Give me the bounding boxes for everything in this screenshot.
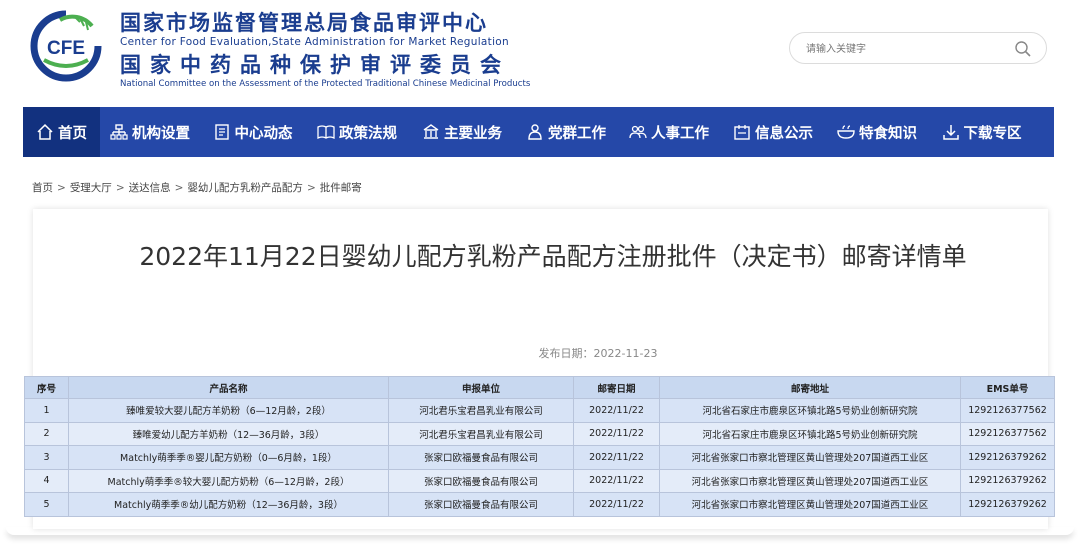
org-name-en-2: National Committee on the Assessment of … [120, 79, 531, 89]
table-row: 3 Matchly萌季季®婴儿配方奶粉（0—6月龄，1段） 张家口欧福曼食品有限… [24, 445, 1055, 470]
nav-item-label: 信息公示 [755, 125, 813, 142]
col-header-applicant: 申报单位 [388, 376, 574, 399]
nav-item-party[interactable]: 党群工作 [515, 107, 617, 157]
cell-product: 臻唯爱较大婴儿配方羊奶粉（6—12月龄，2段） [68, 398, 389, 423]
cell-address: 河北省张家口市察北管理区黄山管理处207国道西工业区 [659, 468, 961, 493]
nav-item-label: 人事工作 [651, 125, 709, 142]
bowl-icon [837, 125, 855, 139]
cell-applicant: 张家口欧福曼食品有限公司 [388, 445, 574, 470]
cell-index: 4 [24, 468, 69, 493]
site-header: CFE 国家市场监督管理总局食品审评中心 Center for Food Eva… [0, 0, 1080, 106]
col-header-date: 邮寄日期 [573, 376, 660, 399]
cell-ems: 1292126377562 [960, 421, 1055, 446]
cfe-logo[interactable]: CFE [30, 10, 102, 82]
cell-product: 臻唯爱幼儿配方羊奶粉（12—36月龄，3段） [68, 421, 389, 446]
mailing-table: 序号 产品名称 申报单位 邮寄日期 邮寄地址 EMS单号 1 臻唯爱较大婴儿配方… [24, 376, 1055, 517]
cell-date: 2022/11/22 [573, 468, 660, 493]
org-name-cn-2: 国家中药品种保护审评委员会 [120, 53, 510, 77]
cell-index: 1 [24, 398, 69, 423]
cell-address: 河北省张家口市察北管理区黄山管理处207国道西工业区 [659, 445, 961, 470]
document-icon [214, 124, 229, 140]
cell-ems: 1292126379262 [960, 492, 1055, 517]
table-row: 4 Matchly萌季季®较大婴儿配方奶粉（6—12月龄，2段） 张家口欧福曼食… [24, 468, 1055, 493]
table-row: 2 臻唯爱幼儿配方羊奶粉（12—36月龄，3段） 河北君乐宝君昌乳业有限公司 2… [24, 421, 1055, 446]
cell-index: 5 [24, 492, 69, 517]
cell-applicant: 张家口欧福曼食品有限公司 [388, 468, 574, 493]
nav-item-notice[interactable]: 信息公示 [721, 107, 825, 157]
breadcrumb-home[interactable]: 首页 [32, 182, 53, 194]
breadcrumb-current: 批件邮寄 [319, 182, 362, 194]
card-bottom-edge [6, 527, 1074, 535]
cell-product: Matchly萌季季®幼儿配方奶粉（12—36月龄，3段） [68, 492, 389, 517]
page-title: 2022年11月22日婴幼儿配方乳粉产品配方注册批件（决定书）邮寄详情单 [139, 242, 967, 271]
col-header-product: 产品名称 [68, 376, 389, 399]
cell-applicant: 河北君乐宝君昌乳业有限公司 [388, 398, 574, 423]
col-header-index: 序号 [24, 376, 69, 399]
col-header-address: 邮寄地址 [659, 376, 961, 399]
org-names: 国家市场监督管理总局食品审评中心 Center for Food Evaluat… [120, 10, 530, 90]
notice-icon [734, 125, 750, 140]
person-icon [528, 124, 542, 140]
cell-date: 2022/11/22 [573, 398, 660, 423]
org-name-en-1: Center for Food Evaluation,State Adminis… [120, 36, 509, 48]
search-box [789, 32, 1047, 64]
cell-applicant: 张家口欧福曼食品有限公司 [388, 492, 574, 517]
home-icon [37, 123, 53, 140]
cell-index: 3 [24, 445, 69, 470]
nav-item-label: 下载专区 [963, 125, 1022, 142]
org-chart-icon [110, 124, 128, 140]
nav-item-label: 特食知识 [859, 125, 917, 142]
nav-item-news[interactable]: 中心动态 [200, 107, 305, 157]
search-icon[interactable] [1014, 40, 1032, 58]
nav-item-food-knowledge[interactable]: 特食知识 [825, 107, 929, 157]
table-header-row: 序号 产品名称 申报单位 邮寄日期 邮寄地址 EMS单号 [24, 376, 1055, 399]
nav-item-label: 机构设置 [132, 125, 190, 142]
search-input[interactable] [806, 39, 1006, 59]
building-icon [423, 124, 439, 139]
cell-date: 2022/11/22 [573, 492, 660, 517]
cell-date: 2022/11/22 [573, 445, 660, 470]
cell-address: 河北省石家庄市鹿泉区环镇北路5号奶业创新研究院 [659, 421, 961, 446]
nav-item-download[interactable]: 下载专区 [929, 107, 1034, 157]
nav-item-label: 首页 [58, 125, 87, 142]
nav-item-label: 中心动态 [234, 125, 293, 142]
breadcrumb-delivery[interactable]: 送达信息 [129, 182, 171, 194]
col-header-ems: EMS单号 [960, 376, 1055, 399]
cell-product: Matchly萌季季®较大婴儿配方奶粉（6—12月龄，2段） [68, 468, 389, 493]
org-name-cn-1: 国家市场监督管理总局食品审评中心 [120, 11, 488, 35]
cell-address: 河北省石家庄市鹿泉区环镇北路5号奶业创新研究院 [659, 398, 961, 423]
nav-item-business[interactable]: 主要业务 [409, 107, 515, 157]
cell-product: Matchly萌季季®婴儿配方奶粉（0—6月龄，1段） [68, 445, 389, 470]
logo-text: CFE [47, 38, 85, 59]
cell-index: 2 [24, 421, 69, 446]
nav-item-label: 党群工作 [548, 125, 606, 142]
table-row: 1 臻唯爱较大婴儿配方羊奶粉（6—12月龄，2段） 河北君乐宝君昌乳业有限公司 … [24, 398, 1055, 423]
breadcrumb-hall[interactable]: 受理大厅 [70, 182, 112, 194]
book-icon [317, 125, 335, 140]
table-row: 5 Matchly萌季季®幼儿配方奶粉（12—36月龄，3段） 张家口欧福曼食品… [24, 492, 1055, 517]
cell-ems: 1292126377562 [960, 398, 1055, 423]
main-nav: 首页 机构设置 中心动态 政策法规 主要业务 党群工作 人事工作 信息公示 特食… [23, 107, 1054, 157]
cell-ems: 1292126379262 [960, 445, 1055, 470]
nav-item-policy[interactable]: 政策法规 [305, 107, 409, 157]
cell-address: 河北省张家口市察北管理区黄山管理处207国道西工业区 [659, 492, 961, 517]
nav-item-org[interactable]: 机构设置 [100, 107, 200, 157]
nav-item-home[interactable]: 首页 [23, 107, 100, 157]
nav-item-label: 主要业务 [444, 125, 502, 142]
nav-item-label: 政策法规 [339, 125, 397, 142]
breadcrumb: 首页 > 受理大厅 > 送达信息 > 婴幼儿配方乳粉产品配方 > 批件邮寄 [32, 182, 362, 194]
download-icon [942, 125, 959, 140]
cell-applicant: 河北君乐宝君昌乳业有限公司 [388, 421, 574, 446]
people-icon [629, 125, 647, 139]
breadcrumb-infant-formula[interactable]: 婴幼儿配方乳粉产品配方 [187, 182, 303, 194]
publish-date: 发布日期：2022-11-23 [538, 347, 658, 360]
cell-date: 2022/11/22 [573, 421, 660, 446]
cell-ems: 1292126379262 [960, 468, 1055, 493]
nav-item-hr[interactable]: 人事工作 [617, 107, 721, 157]
